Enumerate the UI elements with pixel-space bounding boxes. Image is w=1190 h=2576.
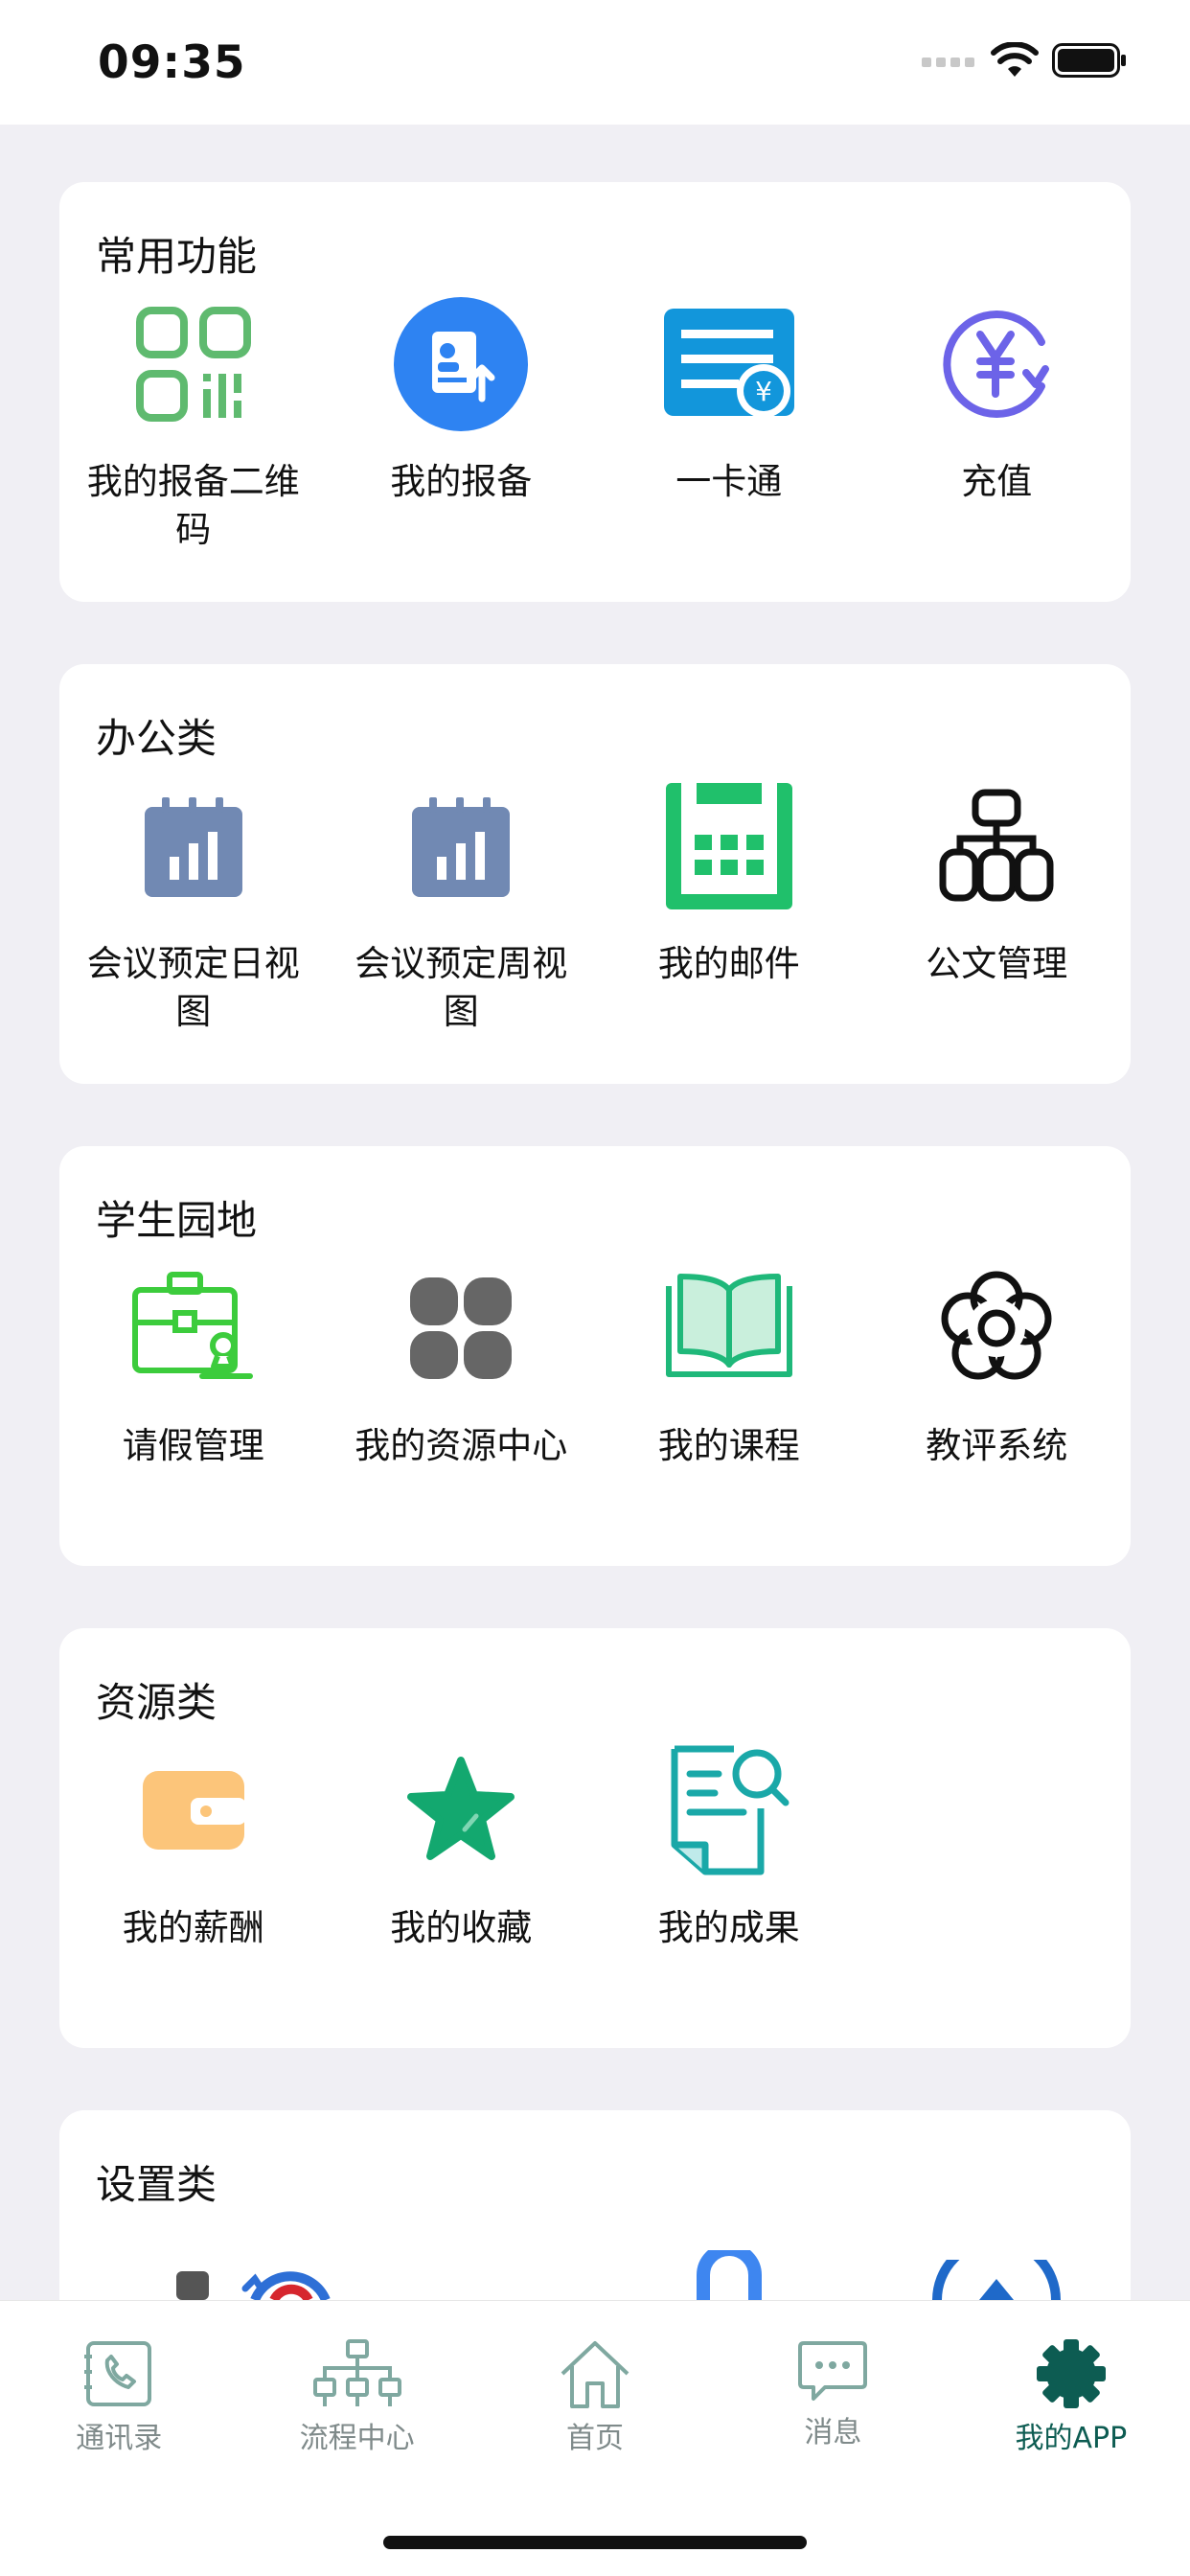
- app-resource-center[interactable]: 我的资源中心: [328, 1261, 596, 1470]
- section-title: 学生园地: [96, 1197, 258, 1244]
- section-title: 常用功能: [96, 233, 258, 280]
- app-my-report[interactable]: 我的报备: [328, 297, 596, 554]
- qr-code-icon: [126, 297, 261, 431]
- message-bubble-icon: [798, 2341, 868, 2401]
- app-label: 我的报备: [390, 461, 533, 502]
- wallet-icon: [126, 1743, 261, 1877]
- home-icon: [561, 2341, 629, 2408]
- gear-icon: [1036, 2339, 1106, 2408]
- app-label: 一卡通: [675, 461, 783, 502]
- app-label: 我的收藏: [390, 1907, 533, 1948]
- section-card-office: 办公类 会议预定日视图 会议预定周视图 我的邮件 公文管理: [59, 664, 1131, 1084]
- tab-home[interactable]: 首页: [476, 2301, 714, 2475]
- app-label: 我的成果: [657, 1907, 800, 1948]
- org-chart-icon: [929, 779, 1064, 913]
- app-recharge[interactable]: 充值: [863, 297, 1132, 554]
- tab-contacts[interactable]: 通讯录: [0, 2301, 238, 2475]
- app-meeting-day-view[interactable]: 会议预定日视图: [59, 779, 328, 1036]
- app-label: 我的资源中心: [355, 1425, 568, 1466]
- app-label: 会议预定周视图: [355, 943, 568, 1032]
- section-title: 办公类: [96, 715, 217, 762]
- tab-bar: 通讯录 流程中心 首页 消息 我的APP: [0, 2300, 1190, 2475]
- flow-tree-icon: [312, 2339, 401, 2406]
- app-list-scroll[interactable]: 常用功能 我的报备二维码 我的报备 ¥ 一卡通 充值 办公类 会议预定日视图 会…: [0, 125, 1190, 2300]
- app-my-achievements[interactable]: 我的成果: [595, 1743, 863, 1952]
- tab-messages[interactable]: 消息: [714, 2301, 951, 2475]
- battery-icon: [1052, 43, 1126, 78]
- status-icons: [922, 42, 1127, 79]
- app-my-mail[interactable]: 我的邮件: [595, 779, 863, 1036]
- recharge-yen-icon: [929, 297, 1064, 431]
- tab-label: 通讯录: [76, 2422, 163, 2455]
- tab-label: 流程中心: [299, 2422, 415, 2455]
- section-title: 设置类: [96, 2161, 217, 2208]
- calendar-grid-icon: [662, 779, 796, 913]
- app-label: 教评系统: [926, 1425, 1068, 1466]
- tab-workflow-center[interactable]: 流程中心: [238, 2301, 475, 2475]
- tab-label: 消息: [804, 2416, 862, 2450]
- section-card-settings: 设置类: [59, 2110, 1131, 2300]
- document-search-icon: [662, 1743, 796, 1877]
- app-teaching-evaluation[interactable]: 教评系统: [863, 1261, 1132, 1470]
- settings-icon-4[interactable]: [931, 2236, 1062, 2300]
- calendar-chart-icon: [394, 779, 528, 913]
- tab-my-app[interactable]: 我的APP: [952, 2301, 1190, 2475]
- app-meeting-week-view[interactable]: 会议预定周视图: [328, 779, 596, 1036]
- signal-icon: [922, 58, 974, 67]
- svg-text:¥: ¥: [755, 376, 772, 407]
- app-label: 我的邮件: [657, 943, 800, 984]
- briefcase-stamp-icon: [126, 1261, 261, 1395]
- flower-icon: [929, 1261, 1064, 1395]
- open-book-icon: [662, 1261, 796, 1395]
- app-label: 我的薪酬: [122, 1907, 264, 1948]
- app-my-favorites[interactable]: 我的收藏: [328, 1743, 596, 1952]
- tab-label: 首页: [566, 2422, 625, 2455]
- status-time: 09:35: [98, 36, 246, 89]
- settings-icon-3[interactable]: [694, 2242, 765, 2300]
- section-card-student: 学生园地 请假管理 我的资源中心 我的课程 教评系统: [59, 1146, 1131, 1566]
- app-document-management[interactable]: 公文管理: [863, 779, 1132, 1036]
- app-my-report-qr[interactable]: 我的报备二维码: [59, 297, 328, 554]
- report-upload-icon: [394, 297, 529, 431]
- wifi-icon: [991, 42, 1039, 77]
- bottom-safe-area: [0, 2474, 1190, 2576]
- star-icon: [394, 1743, 528, 1877]
- app-leave-management[interactable]: 请假管理: [59, 1261, 328, 1470]
- campus-card-icon: ¥: [662, 297, 796, 431]
- app-label: 请假管理: [122, 1425, 264, 1466]
- app-label: 我的课程: [657, 1425, 800, 1466]
- app-my-salary[interactable]: 我的薪酬: [59, 1743, 328, 1952]
- settings-icon-1[interactable]: [176, 2271, 211, 2300]
- section-card-resources: 资源类 我的薪酬 我的收藏 我的成果: [59, 1628, 1131, 2048]
- contacts-phone-icon: [84, 2341, 152, 2406]
- app-label: 公文管理: [926, 943, 1068, 984]
- settings-icon-2[interactable]: [230, 2262, 349, 2300]
- home-indicator[interactable]: [383, 2536, 807, 2549]
- calendar-chart-icon: [126, 779, 261, 913]
- app-my-courses[interactable]: 我的课程: [595, 1261, 863, 1470]
- tab-label: 我的APP: [1015, 2422, 1128, 2455]
- app-campus-card[interactable]: ¥ 一卡通: [595, 297, 863, 554]
- app-label: 我的报备二维码: [86, 461, 300, 550]
- app-label: 会议预定日视图: [86, 943, 300, 1032]
- four-squares-icon: [394, 1261, 528, 1395]
- status-bar: 09:35: [0, 0, 1190, 125]
- app-label: 充值: [961, 461, 1033, 502]
- section-card-common: 常用功能 我的报备二维码 我的报备 ¥ 一卡通 充值: [59, 182, 1131, 602]
- section-title: 资源类: [96, 1679, 217, 1726]
